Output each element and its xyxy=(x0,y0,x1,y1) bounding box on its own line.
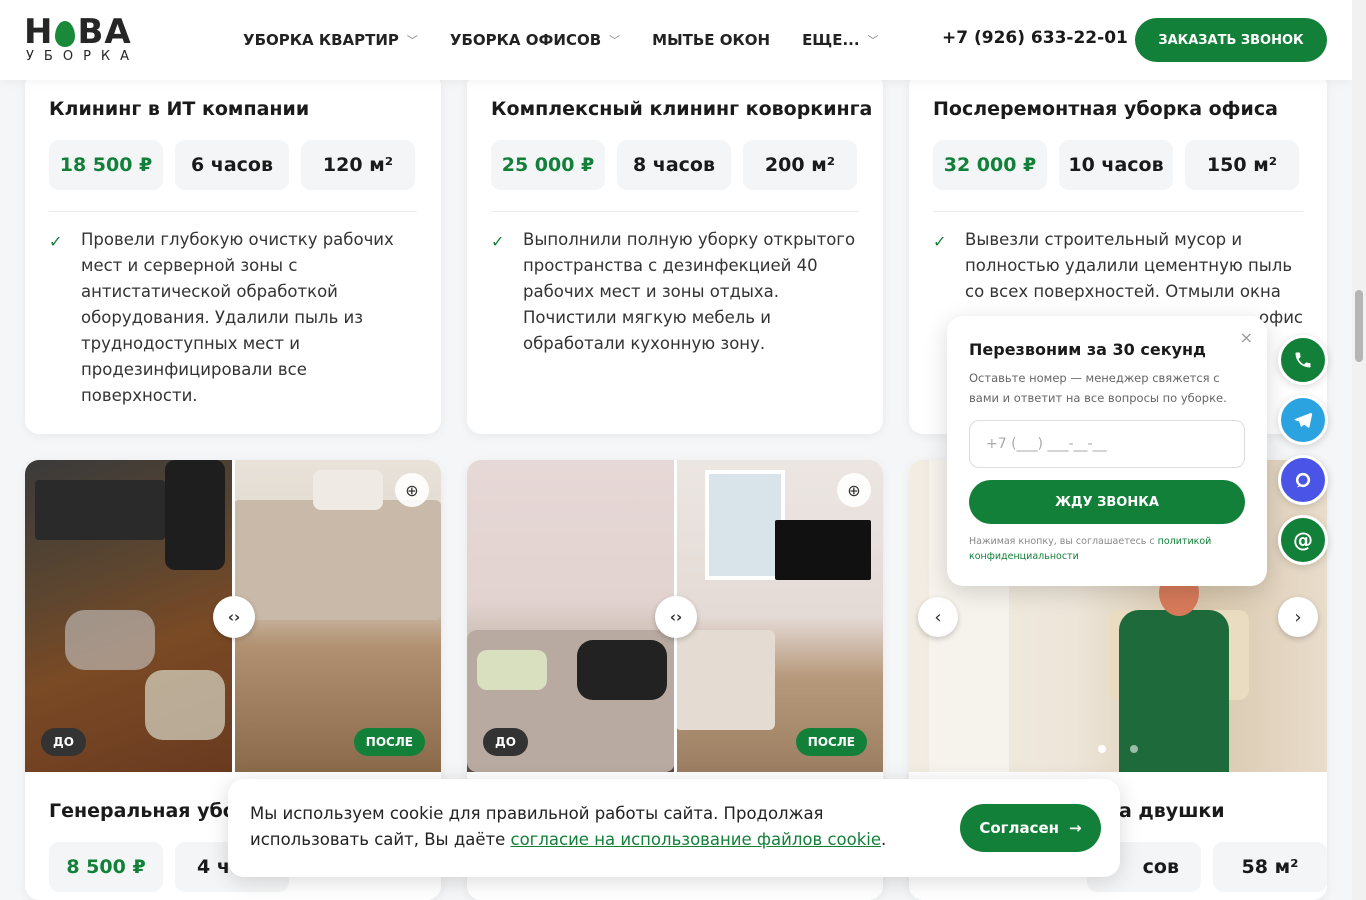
logo-letter-n: Н xyxy=(24,12,54,52)
divider xyxy=(491,211,859,212)
after-tag: ПОСЛЕ xyxy=(353,728,425,756)
case-duration: 8 часов xyxy=(617,140,731,190)
nav-item-more[interactable]: ЕЩЕ... ﹀ xyxy=(802,31,878,49)
phone-input[interactable] xyxy=(969,420,1245,468)
logo[interactable]: Н ВА УБОРКА xyxy=(24,14,144,66)
case-title: Клининг в ИТ компании xyxy=(49,98,310,120)
arrow-right-icon: → xyxy=(1069,819,1082,837)
popup-legal-text: Нажимая кнопку, вы соглашаетесь с полити… xyxy=(969,534,1239,564)
nav-item-offices[interactable]: УБОРКА ОФИСОВ ﹀ xyxy=(450,31,620,49)
case-area: 200 м² xyxy=(743,140,857,190)
nav-item-windows[interactable]: МЫТЬЕ ОКОН xyxy=(652,31,770,49)
case-price: 32 000 ₽ xyxy=(933,140,1047,190)
cookie-text: Мы используем cookie для правильной рабо… xyxy=(250,801,930,853)
legal-prefix: Нажимая кнопку, вы соглашаетесь с xyxy=(969,536,1158,547)
chevron-down-icon: ﹀ xyxy=(609,34,621,47)
cookie-consent-link[interactable]: согласие на использование файлов cookie xyxy=(511,830,882,849)
callback-popup: × Перезвоним за 30 секунд Оставьте номер… xyxy=(947,316,1267,586)
phone-icon[interactable] xyxy=(1278,335,1328,385)
logo-drop-icon xyxy=(55,21,76,47)
carousel-next-button[interactable]: › xyxy=(1278,597,1318,637)
slider-handle-icon[interactable]: ‹› xyxy=(655,596,697,638)
popup-title: Перезвоним за 30 секунд xyxy=(969,340,1206,359)
case-price: 18 500 ₽ xyxy=(49,140,163,190)
before-after-slider[interactable]: ‹› ⊕ ДО ПОСЛЕ xyxy=(25,460,441,772)
check-icon: ✓ xyxy=(491,232,505,251)
page-scrollbar[interactable] xyxy=(1352,0,1366,900)
logo-letters-va: ВА xyxy=(77,12,132,52)
case-price: 25 000 ₽ xyxy=(491,140,605,190)
case-area: 120 м² xyxy=(301,140,415,190)
case-title: Послеремонтная уборка офиса xyxy=(933,98,1278,120)
case-card-coworking: Комплексный клининг коворкинга 25 000 ₽ … xyxy=(467,72,883,434)
case-duration: 10 часов xyxy=(1059,140,1173,190)
cookie-banner: Мы используем cookie для правильной рабо… xyxy=(228,779,1120,877)
case-title: а двушки xyxy=(1119,800,1225,822)
carousel-dot[interactable] xyxy=(1130,745,1138,753)
nav-label: УБОРКА КВАРТИР xyxy=(243,31,399,49)
case-stats: 18 500 ₽ 6 часов 120 м² xyxy=(49,140,415,190)
carousel-dot-active[interactable] xyxy=(1098,745,1106,753)
popup-text: Оставьте номер — менеджер свяжется с вам… xyxy=(969,371,1227,405)
agree-button-label: Согласен xyxy=(979,819,1060,837)
header-phone-link[interactable]: +7 (926) 633-22-01 xyxy=(942,28,1128,48)
divider xyxy=(49,211,417,212)
case-area: 58 м² xyxy=(1213,842,1327,892)
telegram-icon[interactable] xyxy=(1278,395,1328,445)
main-nav: УБОРКА КВАРТИР ﹀ УБОРКА ОФИСОВ ﹀ МЫТЬЕ О… xyxy=(243,0,911,80)
cookie-suffix: . xyxy=(881,830,887,849)
case-description: Провели глубокую очистку рабочих мест и … xyxy=(81,230,394,405)
case-title: Генеральная убор xyxy=(49,800,250,822)
check-icon: ✓ xyxy=(49,232,63,251)
before-image xyxy=(467,460,675,772)
case-card-it: Клининг в ИТ компании 18 500 ₽ 6 часов 1… xyxy=(25,72,441,434)
order-call-button[interactable]: ЗАКАЗАТЬ ЗВОНОК xyxy=(1135,18,1327,62)
logo-subtitle: УБОРКА xyxy=(26,49,140,64)
divider xyxy=(933,211,1303,212)
case-description: Выполнили полную уборку открытого простр… xyxy=(523,230,856,353)
after-tag: ПОСЛЕ xyxy=(795,728,867,756)
zoom-icon[interactable]: ⊕ xyxy=(837,473,871,507)
email-icon[interactable]: @ xyxy=(1278,515,1328,565)
close-icon[interactable]: × xyxy=(1240,328,1253,347)
case-area: 150 м² xyxy=(1185,140,1299,190)
nav-label: ЕЩЕ... xyxy=(802,31,860,49)
agree-button[interactable]: Согласен → xyxy=(960,804,1101,852)
before-tag: ДО xyxy=(41,728,86,756)
case-price: 8 500 ₽ xyxy=(49,842,163,892)
check-icon: ✓ xyxy=(933,232,947,251)
wait-call-button[interactable]: ЖДУ ЗВОНКА xyxy=(969,480,1245,524)
nav-label: МЫТЬЕ ОКОН xyxy=(652,31,771,49)
before-tag: ДО xyxy=(483,728,528,756)
chevron-down-icon: ﹀ xyxy=(867,34,879,47)
zoom-icon[interactable]: ⊕ xyxy=(395,473,429,507)
case-stats: 32 000 ₽ 10 часов 150 м² xyxy=(933,140,1299,190)
nav-label: УБОРКА ОФИСОВ xyxy=(449,31,602,49)
case-description-tail: офис xyxy=(1259,308,1303,327)
max-messenger-icon[interactable] xyxy=(1278,455,1328,505)
chevron-down-icon: ﹀ xyxy=(406,34,418,47)
carousel-prev-button[interactable]: ‹ xyxy=(918,597,958,637)
before-image xyxy=(25,460,233,772)
case-stats: сов 58 м² xyxy=(1087,842,1327,892)
case-title: Комплексный клининг коворкинга xyxy=(491,98,873,120)
case-description: Вывезли строительный мусор и полностью у… xyxy=(965,230,1293,301)
before-after-slider[interactable]: ‹› ⊕ ДО ПОСЛЕ xyxy=(467,460,883,772)
site-header: Н ВА УБОРКА УБОРКА КВАРТИР ﹀ УБОРКА ОФИС… xyxy=(0,0,1352,80)
nav-item-apartments[interactable]: УБОРКА КВАРТИР ﹀ xyxy=(243,31,418,49)
slider-handle-icon[interactable]: ‹› xyxy=(213,596,255,638)
scrollbar-thumb[interactable] xyxy=(1355,290,1363,362)
case-duration: 6 часов xyxy=(175,140,289,190)
case-stats: 25 000 ₽ 8 часов 200 м² xyxy=(491,140,857,190)
